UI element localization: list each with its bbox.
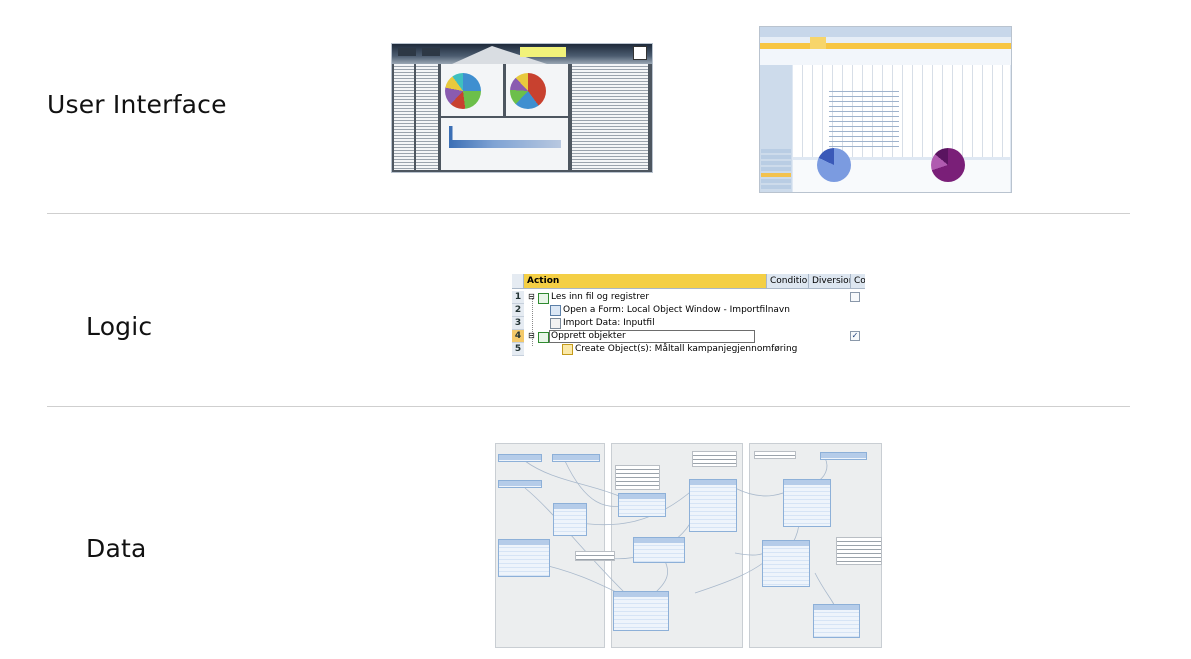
entity-box — [762, 540, 810, 587]
entity-box — [618, 493, 666, 517]
nav-button — [761, 167, 791, 171]
dashboard-screenshot — [392, 44, 652, 172]
enum-popup — [754, 451, 796, 459]
chart-panel — [506, 64, 568, 116]
logo-badge — [633, 46, 647, 60]
entity-box — [553, 503, 587, 536]
entity-box — [552, 454, 600, 462]
list-panel — [416, 64, 438, 170]
entity-box — [633, 537, 685, 563]
row-number-selected[interactable]: 4 — [512, 330, 524, 343]
row-header-corner — [512, 274, 524, 289]
entity-box — [813, 604, 860, 638]
nav-button — [761, 155, 791, 159]
enum-popup — [615, 465, 660, 490]
row-label-logic: Logic — [86, 312, 153, 341]
ribbon-body — [760, 49, 1011, 65]
action-text[interactable]: Open a Form: Local Object Window - Impor… — [563, 304, 790, 316]
entity-box — [689, 479, 737, 532]
comment-checkbox-checked[interactable]: ✓ — [850, 331, 860, 341]
pie-chart-blue — [817, 148, 851, 182]
action-text[interactable]: Les inn fil og registrer — [551, 291, 649, 303]
divider-top — [47, 213, 1130, 214]
bar-chart-tail — [449, 140, 561, 148]
create-object-icon — [562, 344, 573, 355]
import-icon — [550, 318, 561, 329]
entity-box — [498, 539, 550, 577]
table-panel — [572, 64, 648, 170]
header-block — [398, 48, 416, 56]
row-number[interactable]: 3 — [512, 317, 524, 330]
entity-box — [783, 479, 831, 527]
form-icon — [550, 305, 561, 316]
action-text[interactable]: Import Data: Inputfil — [563, 317, 655, 329]
group-icon — [538, 293, 549, 304]
entity-box — [498, 480, 542, 488]
header-block — [422, 48, 440, 56]
pie-chart — [510, 73, 546, 109]
column-header-comment[interactable]: Commi — [851, 274, 865, 289]
nav-button — [761, 179, 791, 183]
column-header-diversion[interactable]: Diversion — [809, 274, 851, 289]
yellow-note — [520, 47, 566, 57]
action-text[interactable]: Create Object(s): Måltall kampanjegjenno… — [575, 343, 797, 355]
nav-button-selected — [761, 173, 791, 177]
nav-button — [761, 185, 791, 189]
enum-popup — [692, 451, 737, 467]
chart-area — [793, 148, 1010, 192]
chart-panel — [441, 64, 503, 116]
group-icon — [538, 332, 549, 343]
list-panel — [394, 64, 414, 170]
pie-chart-purple — [931, 148, 965, 182]
entity-box — [613, 591, 669, 631]
entity-box — [820, 452, 867, 460]
collapse-icon[interactable]: ⊟ — [528, 291, 535, 303]
macro-action-grid: Action Condition Diversion Commi 1 ⊟ Les… — [512, 268, 865, 358]
data-model-diagram — [495, 443, 882, 648]
bar-chart-panel — [441, 118, 568, 170]
row-label-data: Data — [86, 534, 147, 563]
label-popup — [575, 551, 615, 561]
action-text[interactable]: Opprett objekter — [551, 330, 626, 342]
ribbon-app-screenshot — [760, 27, 1011, 192]
collapse-icon[interactable]: ⊟ — [528, 330, 535, 342]
comment-checkbox[interactable] — [850, 292, 860, 302]
nav-button — [761, 149, 791, 153]
pie-chart — [445, 73, 481, 109]
column-header-condition[interactable]: Condition — [767, 274, 809, 289]
entity-box — [498, 454, 542, 462]
row-number[interactable]: 5 — [512, 343, 524, 356]
gantt-grid — [793, 65, 1010, 157]
ribbon-tabs — [760, 27, 1011, 37]
row-label-user-interface: User Interface — [47, 90, 227, 119]
column-header-action[interactable]: Action — [524, 274, 767, 289]
divider-bottom — [47, 406, 1130, 407]
navigation-pane — [760, 65, 792, 192]
grid-rows — [829, 87, 899, 147]
nav-button — [761, 161, 791, 165]
enum-popup — [836, 537, 882, 565]
row-number[interactable]: 2 — [512, 304, 524, 317]
row-number[interactable]: 1 — [512, 291, 524, 304]
